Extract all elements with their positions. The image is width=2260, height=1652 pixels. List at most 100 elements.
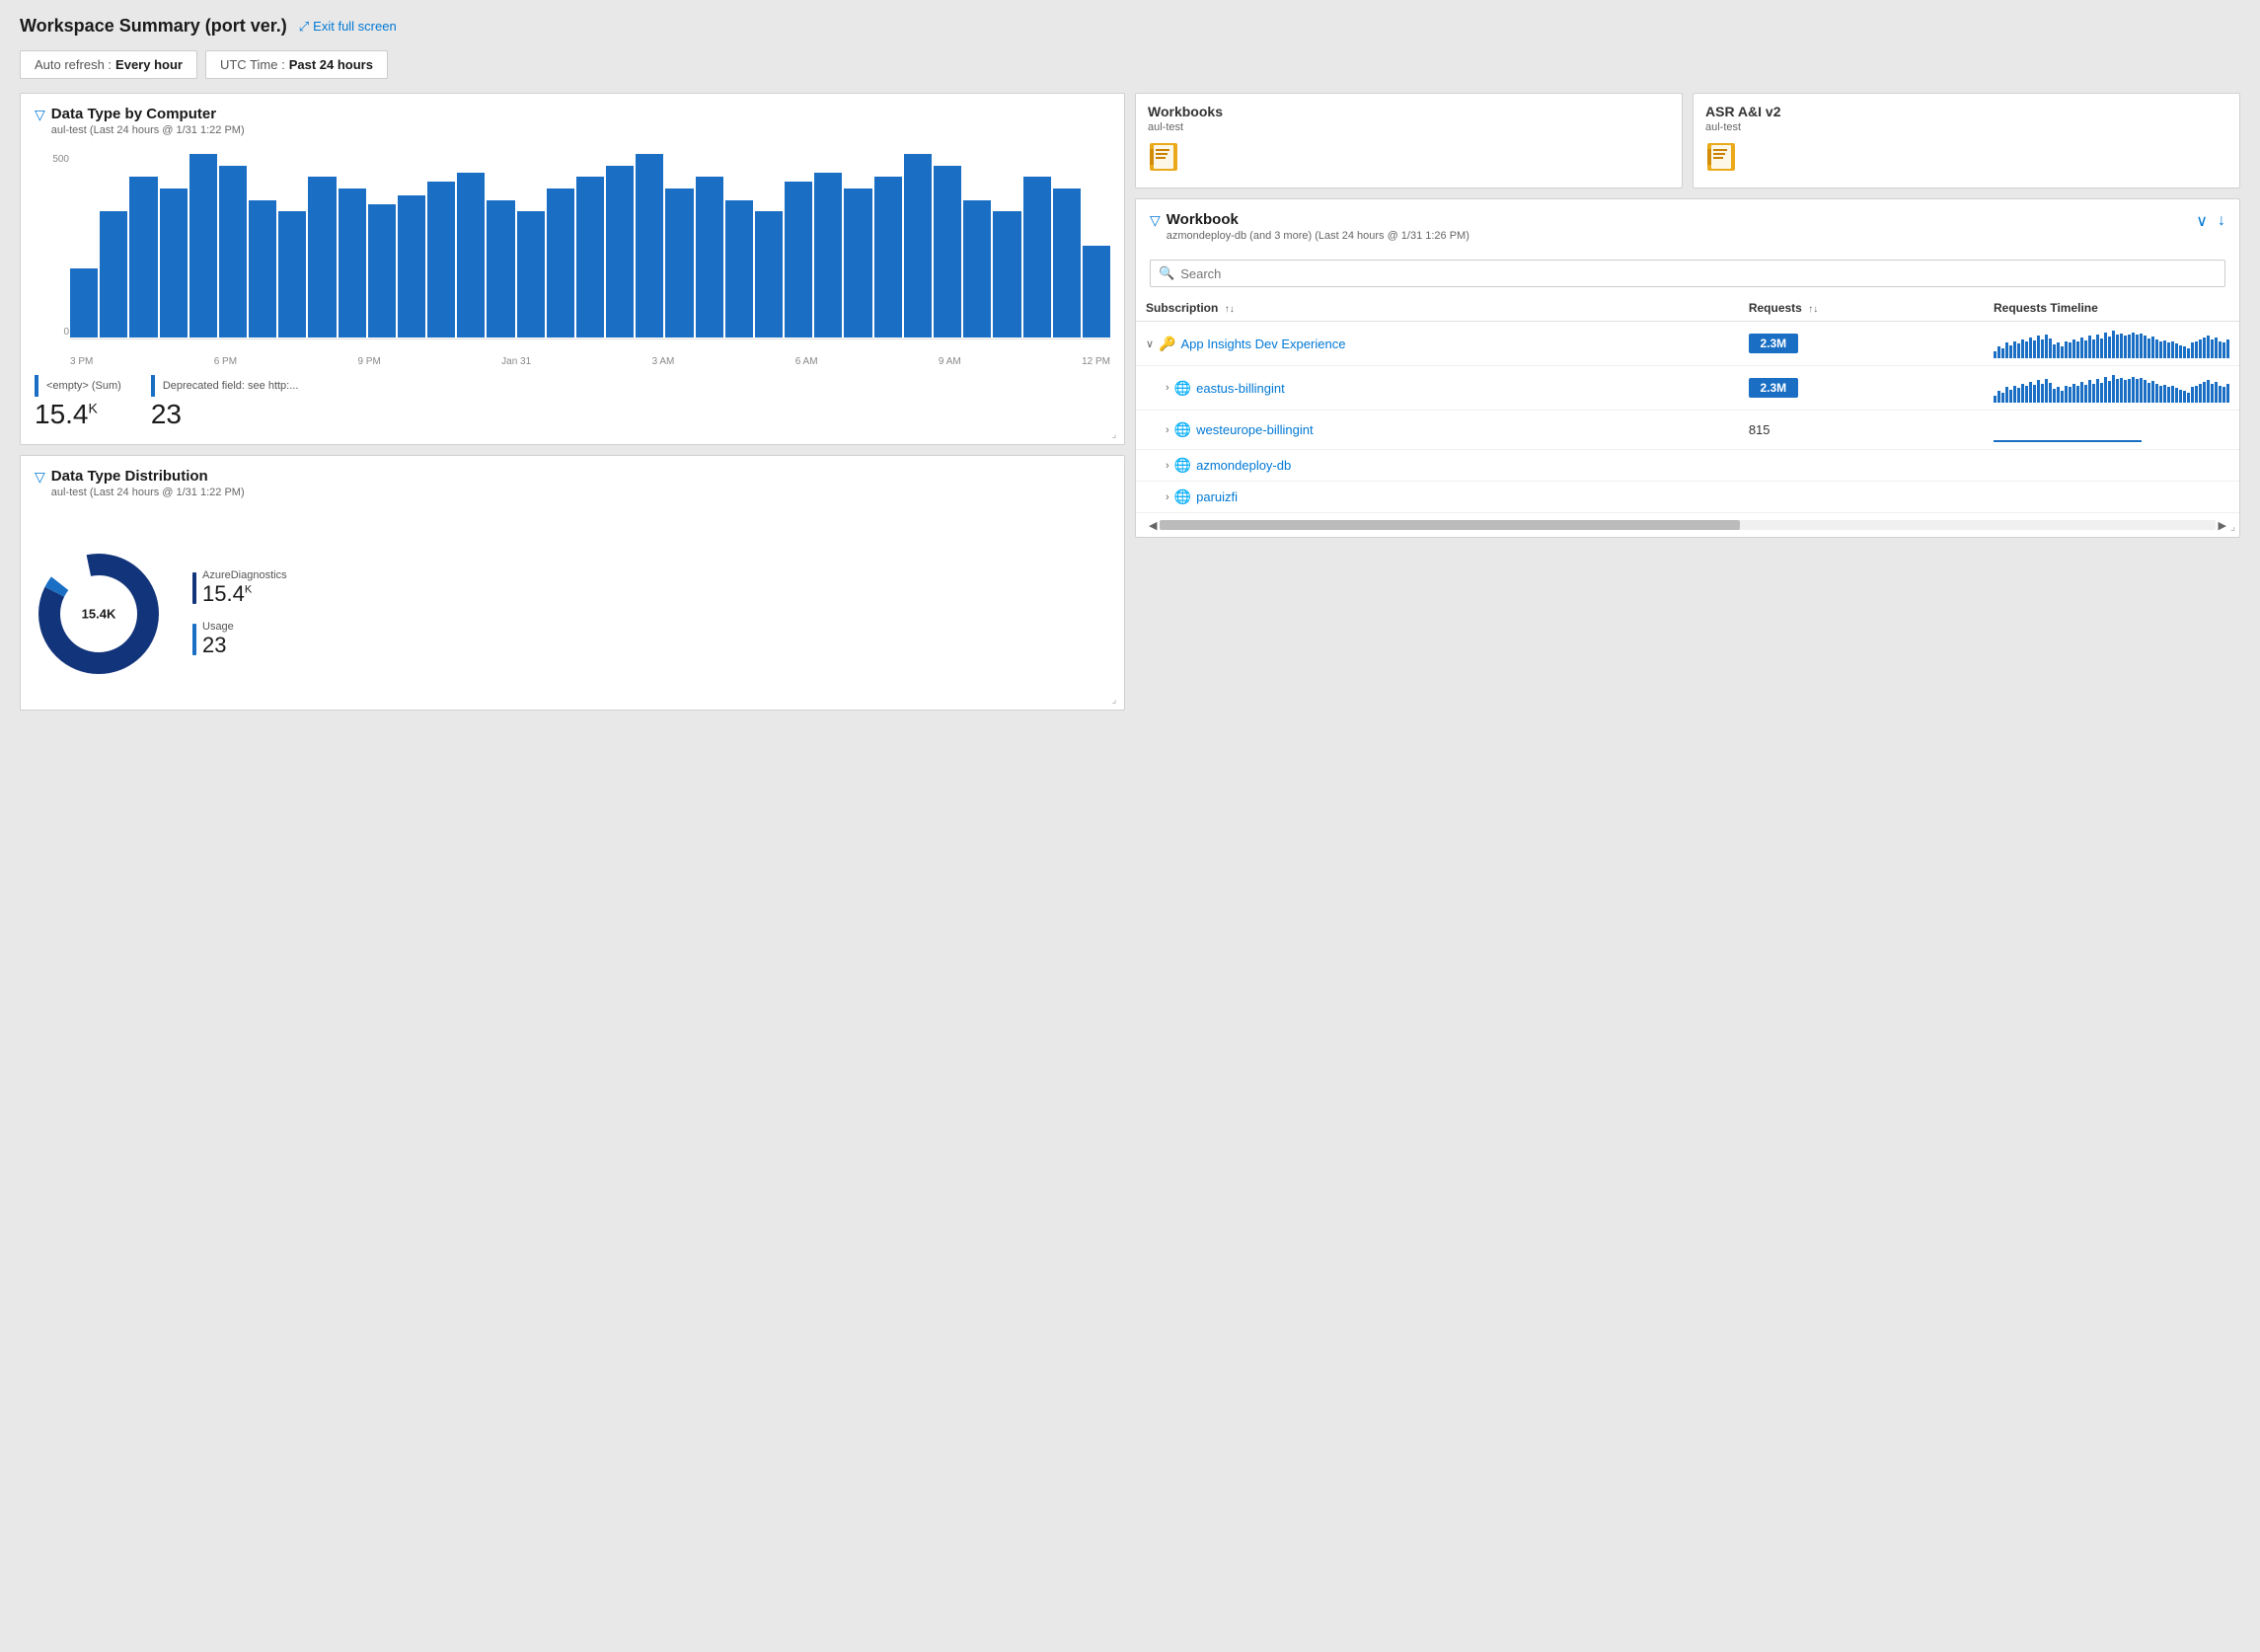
spark-bar bbox=[2096, 335, 2099, 359]
resize-handle-workbook[interactable]: ⌟ bbox=[2230, 520, 2235, 533]
spark-bar bbox=[2049, 338, 2052, 358]
spark-bar bbox=[2025, 386, 2028, 403]
spark-bar bbox=[2207, 336, 2210, 358]
bar bbox=[814, 173, 842, 338]
filter-icon-dist: ▽ bbox=[35, 469, 45, 486]
requests-cell-2: 815 bbox=[1739, 411, 1984, 450]
spark-bar bbox=[2120, 378, 2123, 403]
key-icon-0: 🔑 bbox=[1159, 336, 1175, 352]
spark-bar bbox=[2025, 341, 2028, 358]
download-icon[interactable]: ↓ bbox=[2218, 212, 2225, 230]
spark-bar bbox=[2191, 387, 2194, 403]
spark-line-2 bbox=[1994, 427, 2142, 442]
chevron-right-icon-1[interactable]: › bbox=[1166, 382, 1169, 394]
sort-icon-requests[interactable]: ↑↓ bbox=[1808, 304, 1818, 315]
donut-chart: 15.4K bbox=[35, 550, 163, 678]
requests-cell-0: 2.3M bbox=[1739, 322, 1984, 366]
spark-bar bbox=[2191, 342, 2194, 358]
scroll-left-icon[interactable]: ◀ bbox=[1146, 519, 1160, 532]
spark-bar bbox=[2187, 348, 2190, 359]
bar bbox=[874, 177, 902, 338]
time-range-button[interactable]: UTC Time : Past 24 hours bbox=[205, 50, 388, 79]
bar bbox=[665, 188, 693, 338]
spark-bar bbox=[2163, 385, 2166, 403]
spark-bar bbox=[2171, 341, 2174, 359]
spark-bar bbox=[2021, 339, 2024, 358]
subscription-name-2[interactable]: westeurope-billingint bbox=[1196, 422, 1314, 437]
panel-subtitle-data-type-computer: aul-test (Last 24 hours @ 1/31 1:22 PM) bbox=[51, 124, 245, 136]
chevron-right-icon-2[interactable]: › bbox=[1166, 424, 1169, 436]
spark-bar bbox=[2084, 340, 2087, 358]
bar bbox=[100, 211, 127, 338]
subscription-name-1[interactable]: eastus-billingint bbox=[1196, 381, 1285, 396]
col-subscription[interactable]: Subscription ↑↓ bbox=[1136, 295, 1739, 322]
spark-bar bbox=[2009, 345, 2012, 358]
exit-fullscreen-button[interactable]: ⤢ Exit full screen bbox=[299, 19, 397, 35]
spark-bar bbox=[2151, 337, 2154, 358]
panel-title-distribution: Data Type Distribution bbox=[51, 468, 245, 485]
spark-bar bbox=[2116, 335, 2119, 358]
spark-bar bbox=[2151, 381, 2154, 403]
metric-deprecated: Deprecated field: see http:... 23 bbox=[151, 375, 299, 430]
sort-icon-subscription[interactable]: ↑↓ bbox=[1225, 304, 1235, 315]
resize-handle-chart[interactable]: ⌟ bbox=[1108, 428, 1120, 440]
legend-bar-azure bbox=[192, 572, 196, 604]
y-label-0: 0 bbox=[63, 327, 69, 338]
workbook-icon-1[interactable] bbox=[1148, 141, 1179, 173]
sparkline-0 bbox=[1994, 329, 2229, 358]
spark-bar bbox=[2084, 385, 2087, 403]
exit-fullscreen-icon: ⤢ bbox=[299, 19, 309, 35]
spark-bar bbox=[2219, 341, 2222, 359]
spark-bar bbox=[1997, 391, 2000, 403]
spark-bar bbox=[2159, 341, 2162, 358]
asr-title: ASR A&I v2 bbox=[1705, 104, 2227, 119]
spark-bar bbox=[2147, 383, 2150, 403]
workbook-icon-2[interactable] bbox=[1705, 141, 1737, 173]
spark-bar bbox=[2001, 348, 2004, 358]
spark-bar bbox=[2037, 336, 2040, 358]
spark-bar bbox=[2069, 387, 2072, 403]
globe-icon-1: 🌐 bbox=[1174, 380, 1191, 397]
legend-label-usage: Usage bbox=[202, 621, 234, 633]
spark-bar bbox=[1997, 346, 2000, 358]
subscription-name-3[interactable]: azmondeploy-db bbox=[1196, 458, 1291, 473]
bar bbox=[70, 268, 98, 338]
bar bbox=[249, 200, 276, 338]
table-row: › 🌐 paruizfi bbox=[1136, 482, 2239, 513]
expand-icon[interactable]: ∨ bbox=[2196, 211, 2208, 231]
resize-handle-dist[interactable]: ⌟ bbox=[1108, 694, 1120, 706]
scrollbar-track[interactable] bbox=[1160, 520, 2215, 530]
spark-bar bbox=[2183, 346, 2186, 358]
scroll-right-icon[interactable]: ▶ bbox=[2216, 519, 2229, 532]
spark-bar bbox=[2108, 337, 2111, 358]
horizontal-scrollbar[interactable]: ◀ ▶ bbox=[1146, 517, 2229, 533]
subscription-name-0[interactable]: App Insights Dev Experience bbox=[1181, 337, 1346, 351]
metric-empty-value: 15.4K bbox=[35, 399, 98, 430]
bar bbox=[457, 173, 485, 338]
spark-bar bbox=[2222, 387, 2225, 403]
chevron-down-icon-0[interactable]: ∨ bbox=[1146, 338, 1154, 350]
spark-bar bbox=[2072, 384, 2075, 403]
spark-bar bbox=[2112, 375, 2115, 403]
spark-bar bbox=[2065, 341, 2068, 359]
spark-bar bbox=[2140, 378, 2143, 403]
col-requests[interactable]: Requests ↑↓ bbox=[1739, 295, 1984, 322]
spark-bar bbox=[2005, 387, 2008, 403]
bar bbox=[844, 188, 871, 338]
scrollbar-thumb[interactable] bbox=[1160, 520, 1740, 530]
chevron-right-icon-3[interactable]: › bbox=[1166, 460, 1169, 472]
spark-bar bbox=[2136, 379, 2139, 403]
sparkline-cell-4 bbox=[1984, 482, 2239, 513]
search-input[interactable] bbox=[1180, 266, 2217, 281]
filter-icon: ▽ bbox=[35, 107, 45, 123]
spark-bar bbox=[2013, 341, 2016, 359]
spark-bar bbox=[2104, 377, 2107, 403]
auto-refresh-button[interactable]: Auto refresh : Every hour bbox=[20, 50, 197, 79]
bar bbox=[339, 188, 366, 338]
metric-deprecated-value: 23 bbox=[151, 399, 182, 430]
spark-bar bbox=[2104, 333, 2107, 358]
spark-bar bbox=[2199, 384, 2202, 403]
subscription-name-4[interactable]: paruizfi bbox=[1196, 489, 1238, 504]
workbook-big-panel: ▽ Workbook azmondeploy-db (and 3 more) (… bbox=[1135, 198, 2240, 538]
chevron-right-icon-4[interactable]: › bbox=[1166, 491, 1169, 503]
